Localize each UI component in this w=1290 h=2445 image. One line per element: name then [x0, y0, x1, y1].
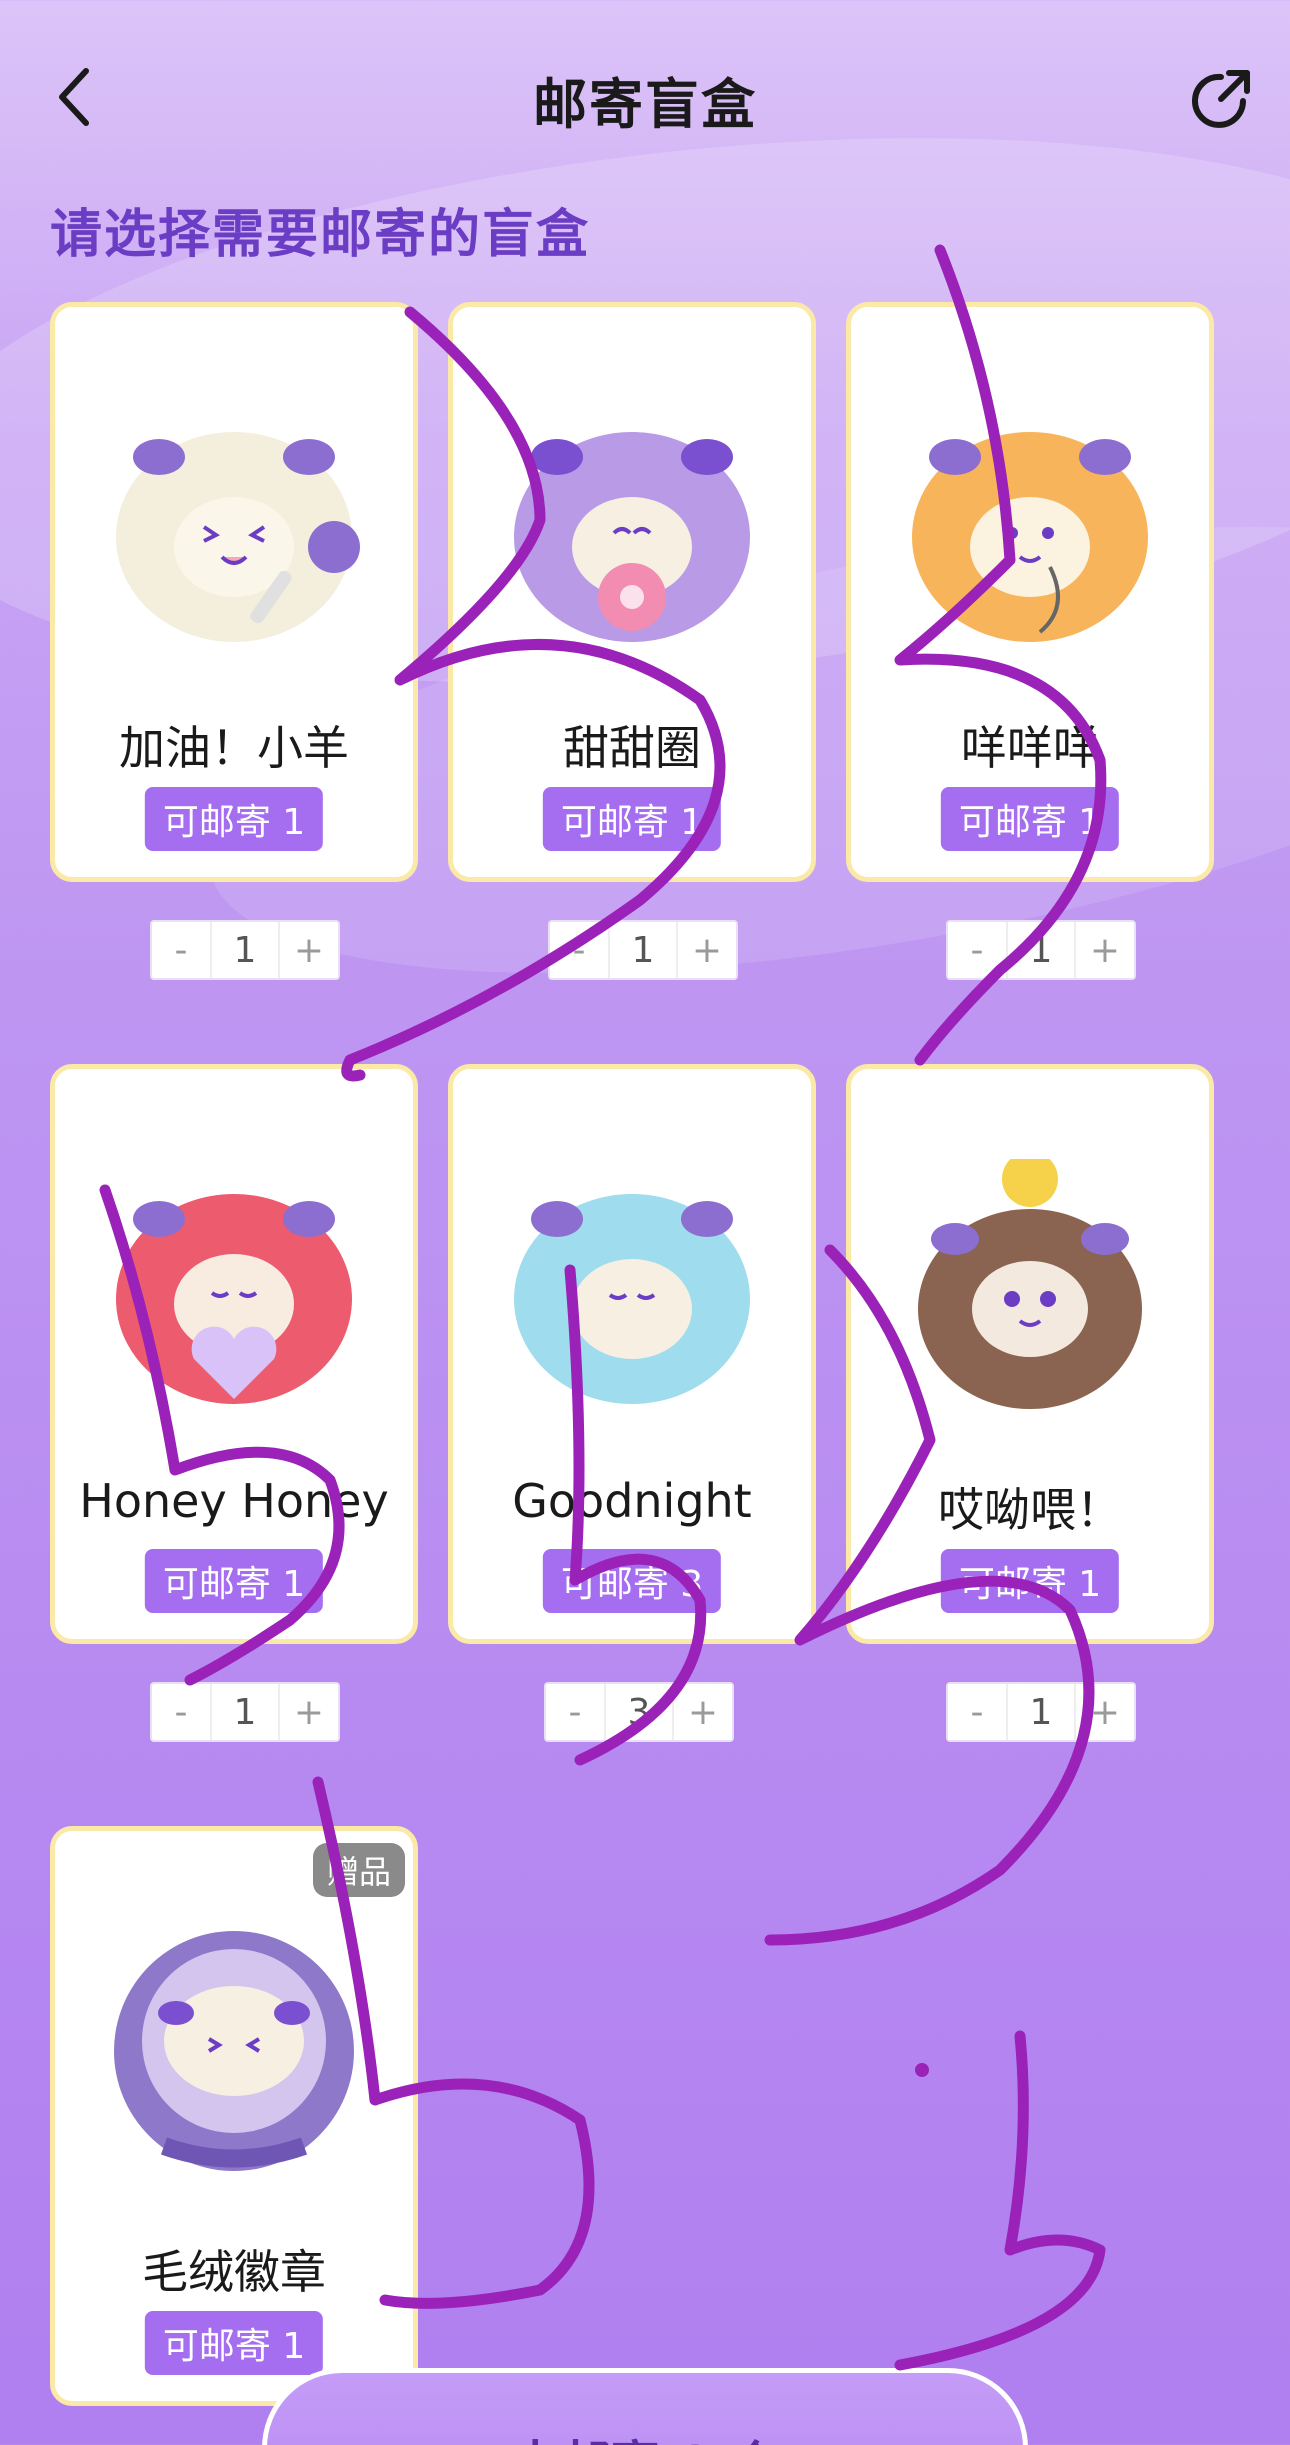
- item-card[interactable]: Honey Honey 可邮寄 1: [50, 1064, 418, 1644]
- quantity-value: 1: [210, 922, 280, 978]
- item-card[interactable]: 加油！小羊 可邮寄 1: [50, 302, 418, 882]
- plush-sheep-image: [514, 1194, 750, 1404]
- item-card[interactable]: 哎呦喂！ 可邮寄 1: [846, 1064, 1214, 1644]
- badge-pin-image: [114, 1931, 354, 2171]
- quantity-stepper: - 1 +: [150, 1682, 340, 1742]
- gift-tag: 赠品: [312, 1843, 405, 1897]
- increment-button[interactable]: +: [1076, 922, 1134, 978]
- decrement-button[interactable]: -: [550, 922, 608, 978]
- item-name: Goodnight: [512, 1474, 752, 1528]
- decrement-button[interactable]: -: [546, 1684, 604, 1740]
- quantity-stepper: - 1 +: [548, 920, 738, 980]
- quantity-stepper: - 1 +: [946, 920, 1136, 980]
- item-card[interactable]: Goodnight 可邮寄 3: [448, 1064, 816, 1644]
- plush-sheep-image: [912, 432, 1148, 642]
- send-mail-button[interactable]: 去邮寄 8 个: [262, 2368, 1028, 2445]
- increment-button[interactable]: +: [280, 922, 338, 978]
- quantity-stepper: - 1 +: [946, 1682, 1136, 1742]
- mailable-count-badge: 可邮寄 1: [542, 787, 722, 851]
- item-name: 甜甜圈: [563, 721, 701, 775]
- increment-button[interactable]: +: [674, 1684, 732, 1740]
- mailable-count-badge: 可邮寄 1: [940, 787, 1120, 851]
- quantity-value: 1: [1006, 922, 1076, 978]
- quantity-stepper: - 1 +: [150, 920, 340, 980]
- plush-sheep-image: [918, 1159, 1142, 1409]
- mailable-count-badge: 可邮寄 1: [940, 1549, 1120, 1613]
- plush-sheep-image: [116, 1194, 352, 1404]
- increment-button[interactable]: +: [1076, 1684, 1134, 1740]
- item-name: 哎呦喂！: [938, 1483, 1122, 1537]
- mailable-count-badge: 可邮寄 3: [542, 1549, 722, 1613]
- item-name: 咩咩咩: [961, 721, 1099, 775]
- decrement-button[interactable]: -: [948, 922, 1006, 978]
- quantity-value: 1: [608, 922, 678, 978]
- quantity-value: 1: [210, 1684, 280, 1740]
- mailable-count-badge: 可邮寄 1: [144, 1549, 324, 1613]
- increment-button[interactable]: +: [280, 1684, 338, 1740]
- item-card[interactable]: 咩咩咩 可邮寄 1: [846, 302, 1214, 882]
- increment-button[interactable]: +: [678, 922, 736, 978]
- send-mail-label: 去邮寄 8 个: [510, 2425, 780, 2445]
- decrement-button[interactable]: -: [948, 1684, 1006, 1740]
- quantity-stepper: - 3 +: [544, 1682, 734, 1742]
- mailable-count-badge: 可邮寄 1: [144, 2311, 324, 2375]
- item-card[interactable]: 赠品 毛绒徽章 可邮寄 1: [50, 1826, 418, 2406]
- mailable-count-badge: 可邮寄 1: [144, 787, 324, 851]
- item-name: 毛绒徽章: [142, 2245, 326, 2299]
- item-grid: 加油！小羊 可邮寄 1 甜甜圈 可邮寄 1 咩咩咩 可邮寄 1 - 1 + - …: [0, 0, 1290, 2445]
- plush-sheep-image: [514, 432, 750, 642]
- quantity-value: 1: [1006, 1684, 1076, 1740]
- item-name: Honey Honey: [79, 1474, 389, 1528]
- decrement-button[interactable]: -: [152, 922, 210, 978]
- quantity-value: 3: [604, 1684, 674, 1740]
- plush-sheep-image: [116, 432, 360, 642]
- decrement-button[interactable]: -: [152, 1684, 210, 1740]
- item-name: 加油！小羊: [119, 721, 349, 775]
- item-card[interactable]: 甜甜圈 可邮寄 1: [448, 302, 816, 882]
